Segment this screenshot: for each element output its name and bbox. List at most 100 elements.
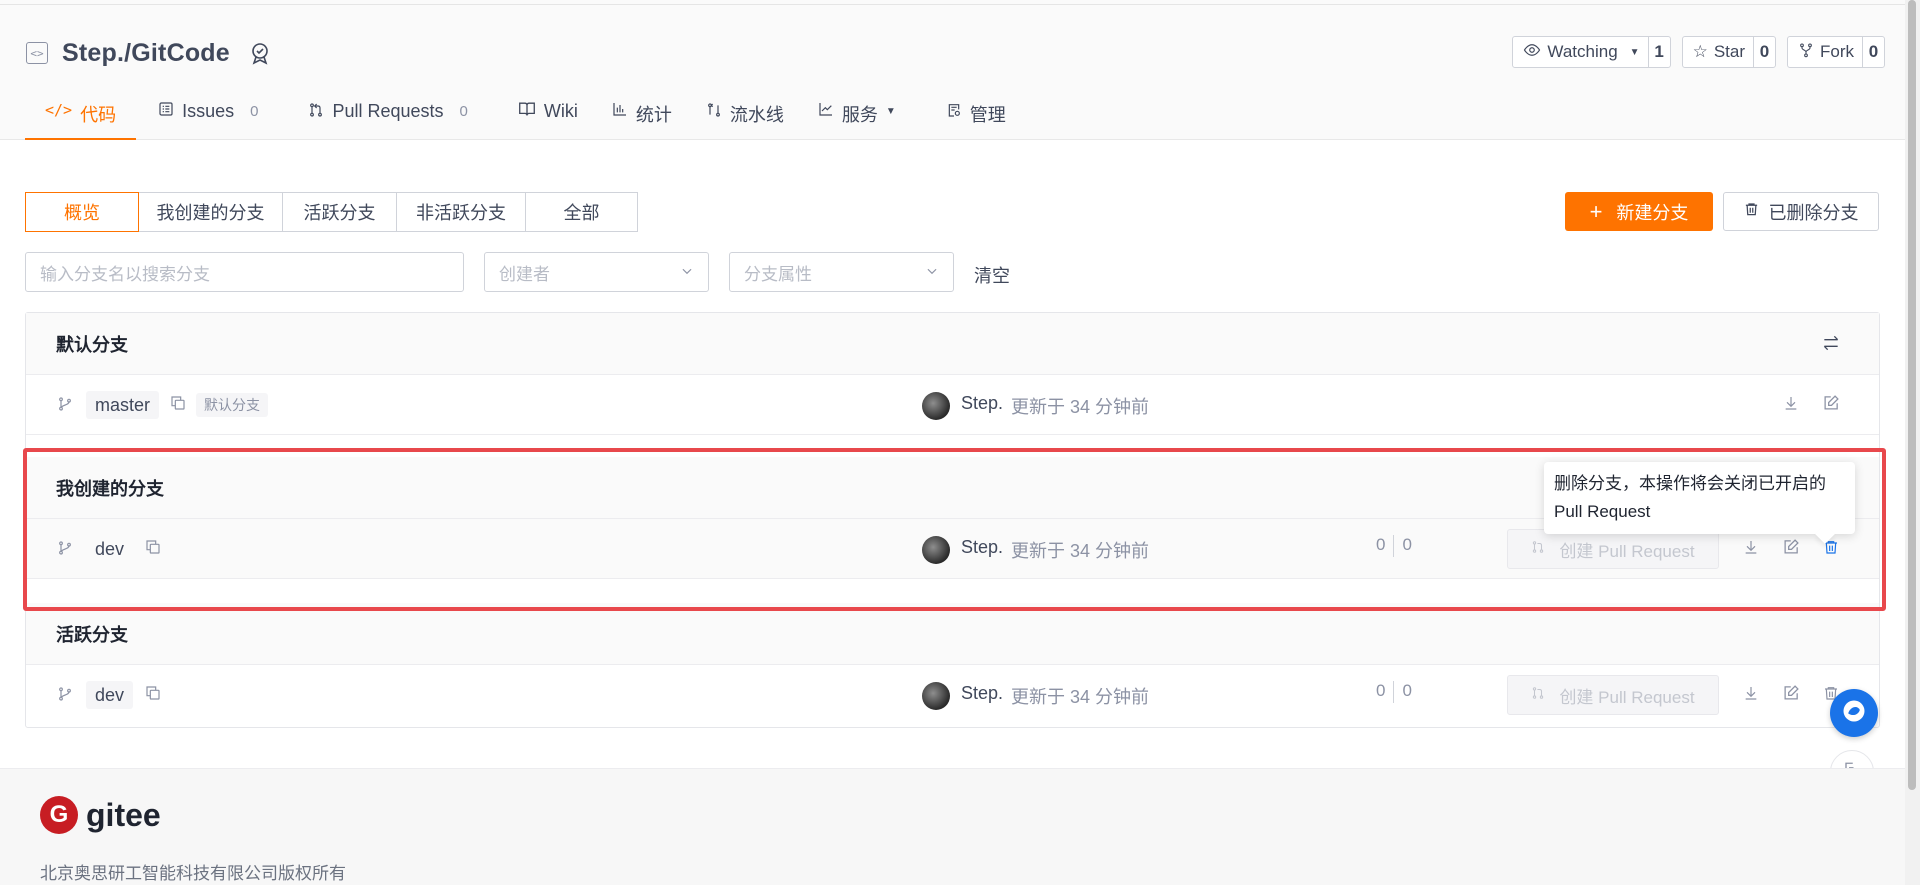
behind-count: 0 (1376, 681, 1386, 700)
branch-attr-select[interactable]: 分支属性 (729, 252, 954, 292)
ahead-count: 0 (1402, 681, 1412, 700)
edit-icon[interactable] (1783, 684, 1800, 706)
section-default-title: 默认分支 (56, 334, 128, 355)
tab-code-label: 代码 (80, 105, 117, 125)
assistant-button[interactable] (1830, 689, 1878, 737)
tooltip-line1: 删除分支，本操作将会关闭已开启的 (1554, 474, 1826, 493)
repo-title[interactable]: Step./GitCode (62, 39, 230, 68)
create-pr-button[interactable]: 创建 Pull Request (1507, 675, 1719, 715)
watch-label: Watching (1547, 42, 1618, 61)
author-name[interactable]: Step. (961, 683, 1003, 704)
filter-active[interactable]: 活跃分支 (282, 192, 397, 232)
avatar[interactable] (922, 682, 950, 710)
chart-icon (612, 101, 628, 122)
eye-icon (1523, 41, 1541, 64)
repo-actions: Watching ▼ 1 ☆ Star 0 Fork 0 (1512, 36, 1885, 68)
badge-icon[interactable] (248, 41, 272, 65)
watch-count[interactable]: 1 (1647, 37, 1670, 67)
tab-issues[interactable]: Issues 0 (136, 96, 278, 141)
tab-services[interactable]: 服务 ▼ (804, 96, 916, 141)
create-pr-label: 创建 Pull Request (1559, 687, 1695, 707)
tab-services-label: 服务 (841, 105, 878, 125)
tab-pull-requests-count: 0 (459, 103, 468, 120)
download-icon[interactable] (1783, 394, 1799, 417)
filter-overview[interactable]: 概览 (25, 192, 139, 232)
chevron-down-icon: ▼ (1629, 46, 1640, 58)
branch-name[interactable]: dev (86, 681, 134, 709)
tooltip-line2: Pull Request (1554, 502, 1651, 521)
deleted-branches-label: 已删除分支 (1768, 202, 1859, 223)
copyright-text: 北京奥思研工智能科技有限公司版权所有 (40, 864, 346, 883)
new-branch-button[interactable]: + 新建分支 (1565, 192, 1713, 231)
creator-select[interactable]: 创建者 (484, 252, 709, 292)
creator-placeholder: 创建者 (499, 264, 550, 284)
scrollbar[interactable] (1905, 0, 1920, 885)
plus-icon: + (1589, 198, 1603, 224)
fork-button[interactable]: Fork 0 (1787, 36, 1885, 68)
tab-pull-requests[interactable]: Pull Requests 0 (278, 96, 487, 141)
book-icon (518, 101, 536, 122)
pipeline-icon (706, 101, 722, 124)
tab-pipeline[interactable]: 流水线 (692, 96, 804, 141)
star-button[interactable]: ☆ Star 0 (1681, 36, 1776, 68)
branch-icon (57, 685, 73, 708)
author-name[interactable]: Step. (961, 393, 1003, 414)
chevron-down-icon (680, 263, 694, 283)
fork-label: Fork (1820, 42, 1854, 61)
repo-heading: <> Step./GitCode (26, 38, 272, 68)
download-icon[interactable] (1743, 684, 1759, 707)
default-branch-tag: 默认分支 (196, 393, 268, 417)
filter-all[interactable]: 全部 (525, 192, 638, 232)
updated-time: 更新于 34 分钟前 (1011, 687, 1150, 707)
watch-button[interactable]: Watching ▼ 1 (1512, 36, 1671, 68)
assistant-icon (1840, 697, 1868, 730)
tab-wiki[interactable]: Wiki (488, 96, 598, 141)
fork-count[interactable]: 0 (1862, 37, 1884, 67)
divider (1393, 681, 1395, 703)
caret-down-icon: ▼ (885, 106, 896, 117)
pull-request-icon (1531, 685, 1545, 706)
branch-row-dev-active: dev Step. 更新于 34 分钟前 0 0 创建 Pull Request (26, 665, 1879, 725)
settings-doc-icon (946, 101, 962, 124)
gitee-logo[interactable]: G gitee (40, 796, 161, 834)
copy-icon[interactable] (145, 685, 161, 706)
new-branch-label: 新建分支 (1616, 202, 1689, 223)
branch-search-input[interactable]: 输入分支名以搜索分支 (25, 252, 464, 292)
filter-inactive[interactable]: 非活跃分支 (396, 192, 526, 232)
star-count[interactable]: 0 (1753, 37, 1775, 67)
edit-icon[interactable] (1823, 394, 1840, 416)
branch-filter-tabs: 概览 我创建的分支 活跃分支 非活跃分支 全部 (25, 192, 638, 232)
tab-stats-label: 统计 (635, 105, 672, 125)
scrollbar-thumb[interactable] (1908, 0, 1916, 790)
tab-wiki-label: Wiki (543, 101, 578, 121)
gitee-logo-text: gitee (86, 796, 161, 833)
clear-filters-button[interactable]: 清空 (974, 262, 1010, 288)
tab-manage[interactable]: 管理 (916, 96, 1026, 141)
tab-code[interactable]: </> 代码 (25, 96, 137, 141)
tab-stats[interactable]: 统计 (598, 96, 692, 141)
switch-default-icon[interactable] (1821, 333, 1841, 358)
tab-pipeline-label: 流水线 (729, 105, 784, 125)
gitee-logo-icon: G (40, 796, 78, 834)
issues-icon (158, 101, 174, 122)
page: <> Step./GitCode Watching ▼ 1 ☆ Star 0 F… (0, 0, 1920, 885)
tab-issues-count: 0 (250, 103, 259, 120)
section-active-title: 活跃分支 (56, 624, 128, 645)
chevron-down-icon (925, 263, 939, 283)
copy-icon[interactable] (170, 395, 186, 416)
avatar[interactable] (922, 392, 950, 420)
tab-manage-label: 管理 (969, 105, 1006, 125)
branch-row-master: master 默认分支 Step. 更新于 34 分钟前 (26, 375, 1879, 435)
updated-time: 更新于 34 分钟前 (1011, 397, 1150, 417)
filter-my-branches[interactable]: 我创建的分支 (138, 192, 283, 232)
attr-placeholder: 分支属性 (744, 264, 812, 284)
deleted-branches-button[interactable]: 已删除分支 (1723, 192, 1879, 231)
trend-icon (818, 101, 834, 122)
trash-icon (1744, 201, 1759, 222)
pull-request-icon (308, 101, 324, 124)
star-icon: ☆ (1692, 42, 1708, 61)
ahead-behind: 0 0 (1376, 681, 1412, 703)
delete-tooltip: 删除分支，本操作将会关闭已开启的 Pull Request (1544, 462, 1855, 534)
branch-name[interactable]: master (86, 391, 160, 419)
code-icon: </> (45, 101, 73, 119)
